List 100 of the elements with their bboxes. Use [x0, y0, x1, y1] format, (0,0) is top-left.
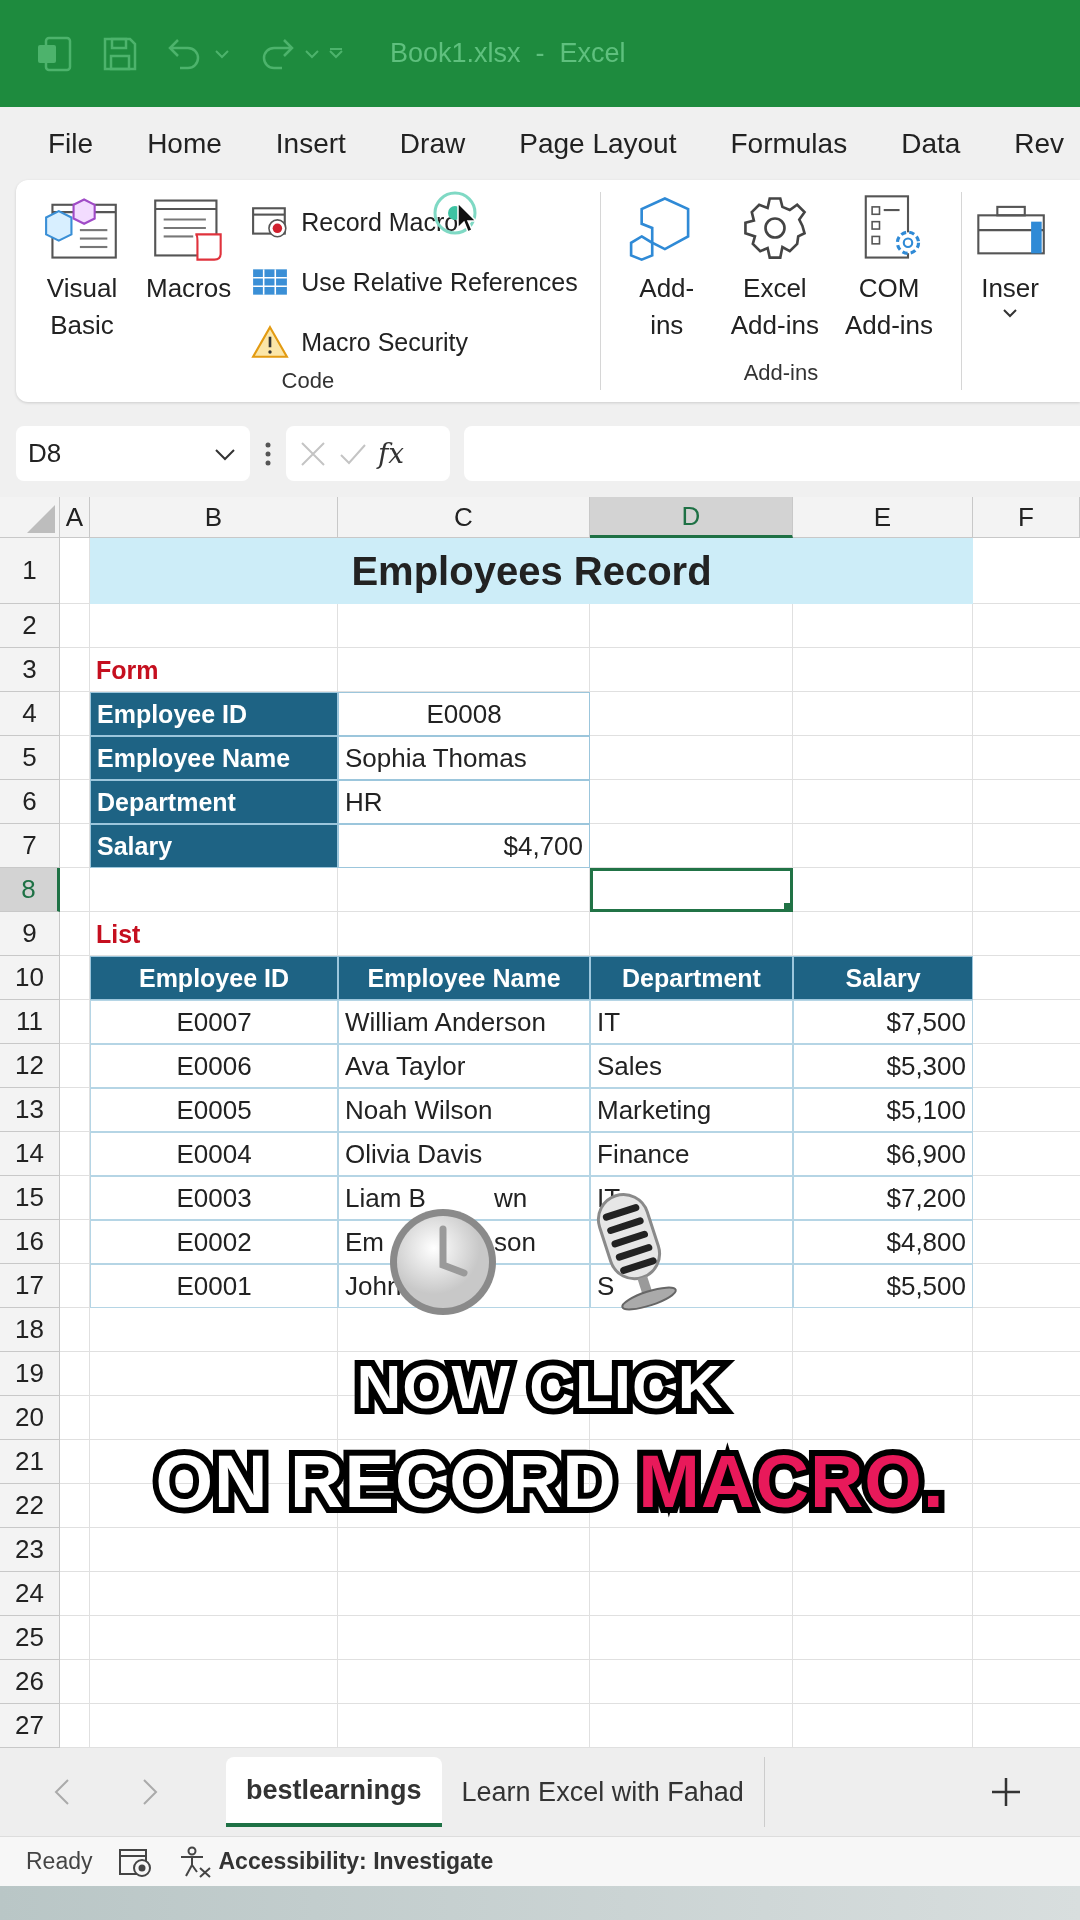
row-header[interactable]: 16	[0, 1220, 60, 1264]
table-cell: $6,900	[793, 1132, 973, 1176]
cell-text: wn	[494, 1182, 528, 1214]
table-cell: $4,800	[793, 1220, 973, 1264]
row-header[interactable]: 9	[0, 912, 60, 956]
status-text: Ready	[26, 1848, 93, 1875]
table-cell: E0005	[90, 1088, 338, 1132]
table-cell: $7,200	[793, 1176, 973, 1220]
cell-text: son	[494, 1226, 536, 1258]
chevron-down-icon[interactable]	[214, 446, 236, 461]
row-header[interactable]: 15	[0, 1176, 60, 1220]
row-header[interactable]: 5	[0, 736, 60, 780]
table-cell: Salary	[793, 956, 973, 1000]
row-header[interactable]: 19	[0, 1352, 60, 1396]
ribbon-button[interactable]: Macro Security	[251, 316, 578, 368]
row-header[interactable]: 26	[0, 1660, 60, 1704]
row-header[interactable]: 3	[0, 648, 60, 692]
name-box[interactable]: D8	[16, 426, 250, 481]
table-cell: $5,500	[793, 1264, 973, 1308]
row-header[interactable]: 13	[0, 1088, 60, 1132]
column-header[interactable]: A	[60, 497, 90, 538]
row-header[interactable]: 8	[0, 868, 60, 912]
row-header[interactable]: 22	[0, 1484, 60, 1528]
table-cell: Olivia Davis	[338, 1132, 590, 1176]
ribbon-button[interactable]: Inser	[966, 192, 1055, 390]
row-header[interactable]: 10	[0, 956, 60, 1000]
column-header[interactable]: B	[90, 497, 338, 538]
row-header[interactable]: 2	[0, 604, 60, 648]
row-header[interactable]: 18	[0, 1308, 60, 1352]
table-cell: E0008	[338, 692, 590, 736]
sheet-tab[interactable]: bestlearnings	[226, 1757, 442, 1827]
table-cell: Sales	[590, 1044, 793, 1088]
select-all-icon[interactable]	[27, 505, 55, 533]
table-cell: Salary	[90, 824, 338, 868]
row-header[interactable]: 27	[0, 1704, 60, 1748]
menu-tab[interactable]: Draw	[372, 127, 493, 160]
menu-tab[interactable]: Insert	[248, 127, 373, 160]
menu-tab[interactable]: Formulas	[703, 127, 875, 160]
group-label: Code	[280, 368, 336, 395]
menu-tab[interactable]: Rev	[987, 127, 1080, 160]
ribbon-button[interactable]: Add- ins	[622, 192, 711, 360]
menu-tab[interactable]: Data	[874, 127, 988, 160]
ribbon-button[interactable]: Macros	[140, 192, 238, 368]
table-cell: Employee ID	[90, 692, 338, 736]
ribbon-button[interactable]: Excel Add-ins	[724, 192, 825, 360]
column-header[interactable]: D	[590, 497, 793, 538]
row-header[interactable]: 24	[0, 1572, 60, 1616]
row-header[interactable]: 20	[0, 1396, 60, 1440]
table-cell: Marketing	[590, 1088, 793, 1132]
table-cell: E0004	[90, 1132, 338, 1176]
row-header[interactable]: 7	[0, 824, 60, 868]
fill-handle[interactable]	[784, 903, 793, 912]
sheet-title: Employees Record	[90, 538, 973, 604]
table-cell: Employee Name	[90, 736, 338, 780]
row-header[interactable]: 11	[0, 1000, 60, 1044]
cursor-icon	[457, 202, 479, 234]
table-cell: Department	[90, 780, 338, 824]
table-cell-text: List	[95, 918, 142, 950]
column-header[interactable]: F	[973, 497, 1080, 538]
table-cell: HR	[338, 780, 590, 824]
column-header[interactable]: E	[793, 497, 973, 538]
menu-tab[interactable]: File	[30, 127, 121, 160]
selected-cell[interactable]	[590, 868, 793, 912]
row-header[interactable]: 14	[0, 1132, 60, 1176]
table-cell: William Anderson	[338, 1000, 590, 1044]
caption-text: NOW CLICK	[344, 1343, 736, 1432]
row-header[interactable]: 1	[0, 538, 60, 604]
table-cell: E0002	[90, 1220, 338, 1264]
row-header[interactable]: 21	[0, 1440, 60, 1484]
row-header[interactable]: 23	[0, 1528, 60, 1572]
ribbon-button[interactable]: Use Relative References	[251, 256, 578, 308]
row-header[interactable]: 17	[0, 1264, 60, 1308]
row-header[interactable]: 12	[0, 1044, 60, 1088]
table-cell: Department	[590, 956, 793, 1000]
menu-tab[interactable]: Home	[120, 127, 249, 160]
table-cell: IT	[590, 1000, 793, 1044]
column-header[interactable]: C	[338, 497, 590, 538]
sheet-tab[interactable]: Learn Excel with Fahad	[441, 1757, 765, 1827]
insert-function-button[interactable]: fx	[378, 437, 405, 470]
ribbon-button[interactable]: Visual Basic	[38, 192, 126, 368]
row-header[interactable]: 25	[0, 1616, 60, 1660]
accessibility-status[interactable]: Accessibility: Investigate	[218, 1848, 494, 1875]
warning-icon	[251, 325, 290, 359]
caption-text: ON RECORD MACRO.	[143, 1431, 957, 1533]
add-sheet-icon[interactable]	[990, 1776, 1022, 1808]
row-header[interactable]: 6	[0, 780, 60, 824]
cell-text: Em	[345, 1226, 384, 1258]
ribbon-button[interactable]: COM Add-ins	[838, 192, 940, 360]
table-cell: E0003	[90, 1176, 338, 1220]
table-cell: $5,100	[793, 1088, 973, 1132]
row-header[interactable]: 4	[0, 692, 60, 736]
menu-tab[interactable]: Page Layout	[492, 127, 704, 160]
table-cell: Sophia Thomas	[338, 736, 590, 780]
table-cell: Employee ID	[90, 956, 338, 1000]
table-cell: Finance	[590, 1132, 793, 1176]
accessibility-icon[interactable]	[178, 1845, 213, 1878]
table-cell: Noah Wilson	[338, 1088, 590, 1132]
window-title: Book1.xlsx - Excel	[390, 38, 626, 69]
table-cell: Employee Name	[338, 956, 590, 1000]
table-cell: Ava Taylor	[338, 1044, 590, 1088]
